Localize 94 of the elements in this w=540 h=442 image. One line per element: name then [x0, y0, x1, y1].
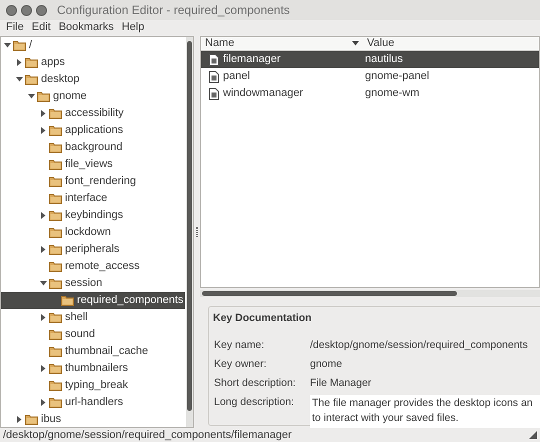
- folder-icon: [49, 159, 62, 170]
- collapse-arrow-icon[interactable]: [4, 43, 10, 48]
- collapse-arrow-icon[interactable]: [28, 94, 34, 99]
- tree-item[interactable]: session: [1, 275, 185, 292]
- tree-item[interactable]: shell: [1, 309, 185, 326]
- menu-item[interactable]: Bookmarks: [54, 20, 118, 34]
- folder-icon: [49, 227, 62, 238]
- long-description-text: The file manager provides the desktop icons an to interact with your saved files.: [310, 394, 540, 428]
- key-name: filemanager: [223, 52, 280, 68]
- tree-item[interactable]: peripherals: [1, 241, 185, 258]
- folder-icon: [61, 295, 74, 306]
- field-label: Long description:: [214, 394, 295, 410]
- field-value: gnome: [310, 357, 344, 372]
- key-name: windowmanager: [223, 86, 304, 102]
- menu-item[interactable]: Edit: [28, 20, 55, 34]
- key-row[interactable]: panel gnome-panel: [201, 68, 539, 85]
- field-label: Key name:: [214, 338, 266, 354]
- expand-arrow-icon[interactable]: [40, 399, 46, 406]
- window-title: Configuration Editor - required_components: [57, 2, 290, 19]
- folder-icon: [49, 397, 62, 408]
- folder-icon: [13, 40, 26, 51]
- collapse-arrow-icon[interactable]: [16, 77, 22, 82]
- field-label: Key owner:: [214, 357, 268, 372]
- folder-icon: [49, 278, 62, 289]
- folder-icon: [49, 380, 62, 391]
- field-label: Short description:: [214, 376, 297, 391]
- tree-item[interactable]: keybindings: [1, 207, 185, 224]
- folder-icon: [49, 312, 62, 323]
- tree-item[interactable]: interface: [1, 190, 185, 207]
- expand-arrow-icon[interactable]: [16, 59, 22, 66]
- tree-item[interactable]: lockdown: [1, 224, 185, 241]
- tree-item[interactable]: file_views: [1, 156, 185, 173]
- tree-item[interactable]: remote_access: [1, 258, 185, 275]
- folder-icon: [49, 329, 62, 340]
- tree-item[interactable]: ibus: [1, 411, 185, 427]
- expand-arrow-icon[interactable]: [40, 110, 46, 117]
- menu-item[interactable]: Help: [118, 20, 148, 34]
- folder-icon: [25, 74, 38, 85]
- text-key-icon: [209, 70, 219, 82]
- scrollbar-thumb[interactable]: [202, 290, 457, 296]
- maximize-button[interactable]: [36, 4, 47, 16]
- tree-item[interactable]: desktop: [1, 71, 185, 88]
- text-key-icon: [209, 54, 219, 66]
- expand-arrow-icon[interactable]: [40, 246, 46, 253]
- tree-item[interactable]: required_components: [1, 292, 185, 309]
- tree-item[interactable]: thumbnail_cache: [1, 343, 185, 360]
- tree-item[interactable]: thumbnailers: [1, 360, 185, 377]
- folder-icon: [49, 176, 62, 187]
- expand-arrow-icon[interactable]: [40, 212, 46, 219]
- expand-arrow-icon[interactable]: [40, 365, 46, 372]
- tree-item[interactable]: gnome: [1, 88, 185, 105]
- column-header[interactable]: Name: [201, 37, 363, 50]
- tree-item[interactable]: typing_break: [1, 377, 185, 394]
- tree-item[interactable]: font_rendering: [1, 173, 185, 190]
- collapse-arrow-icon[interactable]: [40, 281, 46, 286]
- key-value: gnome-wm: [364, 86, 420, 102]
- tree-item[interactable]: applications: [1, 122, 185, 139]
- folder-icon: [49, 142, 62, 153]
- expand-arrow-icon[interactable]: [40, 127, 46, 134]
- key-name: panel: [223, 69, 250, 84]
- key-value: nautilus: [364, 52, 403, 68]
- tree-item[interactable]: background: [1, 139, 185, 156]
- folder-icon: [49, 108, 62, 119]
- expand-arrow-icon[interactable]: [16, 416, 22, 423]
- menu-item[interactable]: File: [2, 20, 28, 34]
- field-value: /desktop/gnome/session/required_components: [310, 338, 529, 354]
- column-header[interactable]: Value: [363, 37, 394, 50]
- resize-grip-icon[interactable]: [529, 431, 537, 439]
- tree-item[interactable]: sound: [1, 326, 185, 343]
- folder-icon: [49, 363, 62, 374]
- tree-item[interactable]: accessibility: [1, 105, 185, 122]
- text-key-icon: [209, 88, 219, 100]
- folder-icon: [49, 244, 62, 255]
- status-path: /desktop/gnome/session/required_components/filemanager: [3, 428, 292, 442]
- folder-icon: [49, 210, 62, 221]
- tree-item[interactable]: /: [1, 37, 185, 54]
- tree-item[interactable]: url-handlers: [1, 394, 185, 411]
- expand-arrow-icon[interactable]: [40, 314, 46, 321]
- folder-icon: [25, 57, 38, 68]
- folder-icon: [37, 91, 50, 102]
- folder-icon: [49, 193, 62, 204]
- folder-icon: [49, 125, 62, 136]
- field-value: File Manager: [310, 376, 372, 391]
- tree-item[interactable]: apps: [1, 54, 185, 71]
- key-row[interactable]: filemanager nautilus: [201, 51, 539, 68]
- scrollbar-thumb[interactable]: [187, 41, 192, 411]
- pane-divider-handle[interactable]: [196, 227, 198, 237]
- folder-icon: [25, 414, 38, 425]
- folder-icon: [49, 346, 62, 357]
- key-value: gnome-panel: [364, 69, 430, 84]
- minimize-button[interactable]: [21, 4, 32, 16]
- close-button[interactable]: [6, 4, 17, 16]
- folder-icon: [49, 261, 62, 272]
- key-row[interactable]: windowmanager gnome-wm: [201, 85, 539, 102]
